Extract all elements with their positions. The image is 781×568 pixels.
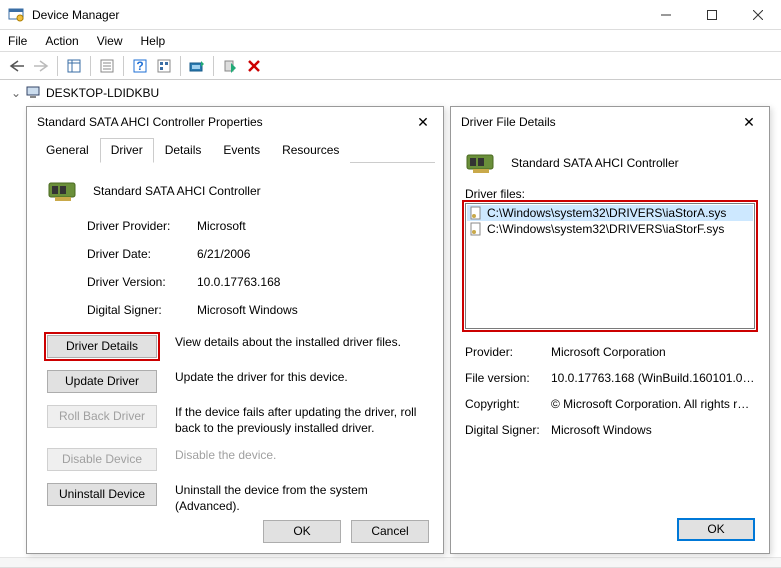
toolbar: ? (0, 52, 781, 80)
properties-device-name: Standard SATA AHCI Controller (93, 184, 261, 198)
window-title: Device Manager (32, 8, 643, 22)
properties-ok-button[interactable]: OK (263, 520, 341, 543)
properties-dialog: Standard SATA AHCI Controller Properties… (26, 106, 444, 554)
app-icon (8, 7, 24, 23)
controller-icon (47, 177, 79, 205)
update-driver-button[interactable] (186, 55, 208, 77)
value-driver-date: 6/21/2006 (197, 247, 423, 261)
tree-root-label: DESKTOP-LDIDKBU (46, 86, 159, 100)
properties-cancel-button[interactable]: Cancel (351, 520, 429, 543)
device-tree[interactable]: ⌄ DESKTOP-LDIDKBU (0, 80, 781, 106)
svg-text:?: ? (136, 59, 143, 73)
driver-file-path: C:\Windows\system32\DRIVERS\iaStorF.sys (487, 222, 724, 236)
label-driver-provider: Driver Provider: (87, 219, 197, 233)
driver-file-item[interactable]: C:\Windows\system32\DRIVERS\iaStorA.sys (467, 205, 753, 221)
show-hide-tree-button[interactable] (63, 55, 85, 77)
label-file-provider: Provider: (465, 345, 551, 359)
properties-button[interactable] (96, 55, 118, 77)
uninstall-device-button[interactable] (243, 55, 265, 77)
controller-icon (465, 149, 497, 177)
menu-view[interactable]: View (97, 34, 123, 48)
uninstall-device-desc: Uninstall the device from the system (Ad… (175, 483, 423, 514)
label-file-copyright: Copyright: (465, 397, 551, 411)
properties-dialog-title: Standard SATA AHCI Controller Properties (37, 115, 413, 129)
tab-general[interactable]: General (35, 138, 100, 163)
disable-device-desc: Disable the device. (175, 448, 423, 464)
label-digital-signer: Digital Signer: (87, 303, 197, 317)
devices-button[interactable] (153, 55, 175, 77)
tab-events[interactable]: Events (212, 138, 271, 163)
driver-file-path: C:\Windows\system32\DRIVERS\iaStorA.sys (487, 206, 726, 220)
chevron-down-icon[interactable]: ⌄ (10, 86, 22, 100)
minimize-button[interactable] (643, 0, 689, 30)
properties-close-button[interactable]: ✕ (413, 114, 433, 131)
status-bar (0, 557, 781, 567)
forward-button[interactable] (30, 55, 52, 77)
driver-files-label: Driver files: (465, 187, 755, 201)
label-driver-date: Driver Date: (87, 247, 197, 261)
file-details-title: Driver File Details (461, 115, 739, 129)
maximize-button[interactable] (689, 0, 735, 30)
enable-device-button[interactable] (219, 55, 241, 77)
window-titlebar: Device Manager (0, 0, 781, 30)
value-file-copyright: © Microsoft Corporation. All rights rese… (551, 397, 755, 411)
value-digital-signer: Microsoft Windows (197, 303, 423, 317)
menu-help[interactable]: Help (141, 34, 166, 48)
update-driver-desc: Update the driver for this device. (175, 370, 423, 386)
computer-icon (26, 86, 42, 100)
menubar: File Action View Help (0, 30, 781, 52)
help-button[interactable]: ? (129, 55, 151, 77)
tab-resources[interactable]: Resources (271, 138, 350, 163)
file-details-close-button[interactable]: ✕ (739, 114, 759, 131)
tree-root-row[interactable]: ⌄ DESKTOP-LDIDKBU (10, 86, 771, 100)
label-driver-version: Driver Version: (87, 275, 197, 289)
disable-device-button: Disable Device (47, 448, 157, 471)
rollback-driver-button: Roll Back Driver (47, 405, 157, 428)
close-button[interactable] (735, 0, 781, 30)
rollback-driver-desc: If the device fails after updating the d… (175, 405, 423, 436)
driver-file-item[interactable]: C:\Windows\system32\DRIVERS\iaStorF.sys (467, 221, 753, 237)
driver-details-button[interactable]: Driver Details (47, 335, 157, 358)
file-icon (469, 206, 483, 220)
update-driver-button-dlg[interactable]: Update Driver (47, 370, 157, 393)
value-driver-version: 10.0.17763.168 (197, 275, 423, 289)
menu-file[interactable]: File (8, 34, 27, 48)
label-file-signer: Digital Signer: (465, 423, 551, 437)
back-button[interactable] (6, 55, 28, 77)
file-details-dialog: Driver File Details ✕ Standard SATA AHCI… (450, 106, 770, 554)
value-driver-provider: Microsoft (197, 219, 423, 233)
label-file-version: File version: (465, 371, 551, 385)
file-details-device-name: Standard SATA AHCI Controller (511, 156, 679, 170)
value-file-provider: Microsoft Corporation (551, 345, 755, 359)
driver-files-list[interactable]: C:\Windows\system32\DRIVERS\iaStorA.sys … (465, 203, 755, 329)
file-icon (469, 222, 483, 236)
file-details-ok-button[interactable]: OK (677, 518, 755, 541)
value-file-version: 10.0.17763.168 (WinBuild.160101.0800) (551, 371, 755, 385)
tab-driver[interactable]: Driver (100, 138, 154, 163)
menu-action[interactable]: Action (45, 34, 78, 48)
properties-tabs: General Driver Details Events Resources (35, 137, 435, 163)
uninstall-device-button-dlg[interactable]: Uninstall Device (47, 483, 157, 506)
value-file-signer: Microsoft Windows (551, 423, 755, 437)
tab-details[interactable]: Details (154, 138, 213, 163)
driver-details-desc: View details about the installed driver … (175, 335, 423, 351)
